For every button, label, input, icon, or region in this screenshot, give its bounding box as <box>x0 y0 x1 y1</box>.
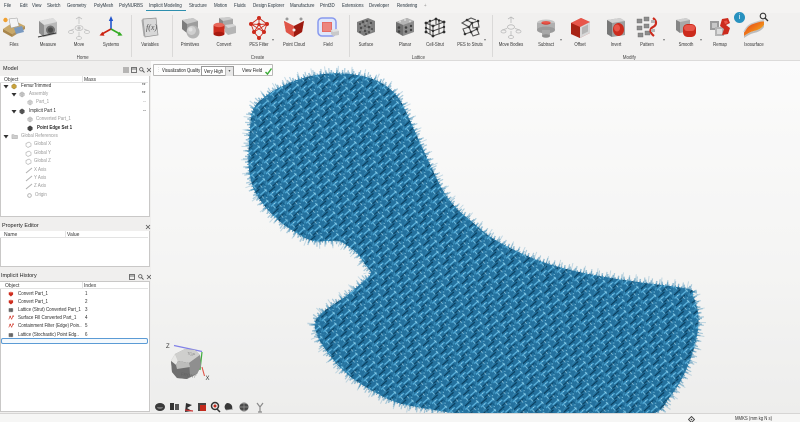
svg-text:X: X <box>206 376 210 382</box>
svg-text:Z: Z <box>166 344 170 350</box>
svg-text:f(x): f(x) <box>146 23 157 32</box>
